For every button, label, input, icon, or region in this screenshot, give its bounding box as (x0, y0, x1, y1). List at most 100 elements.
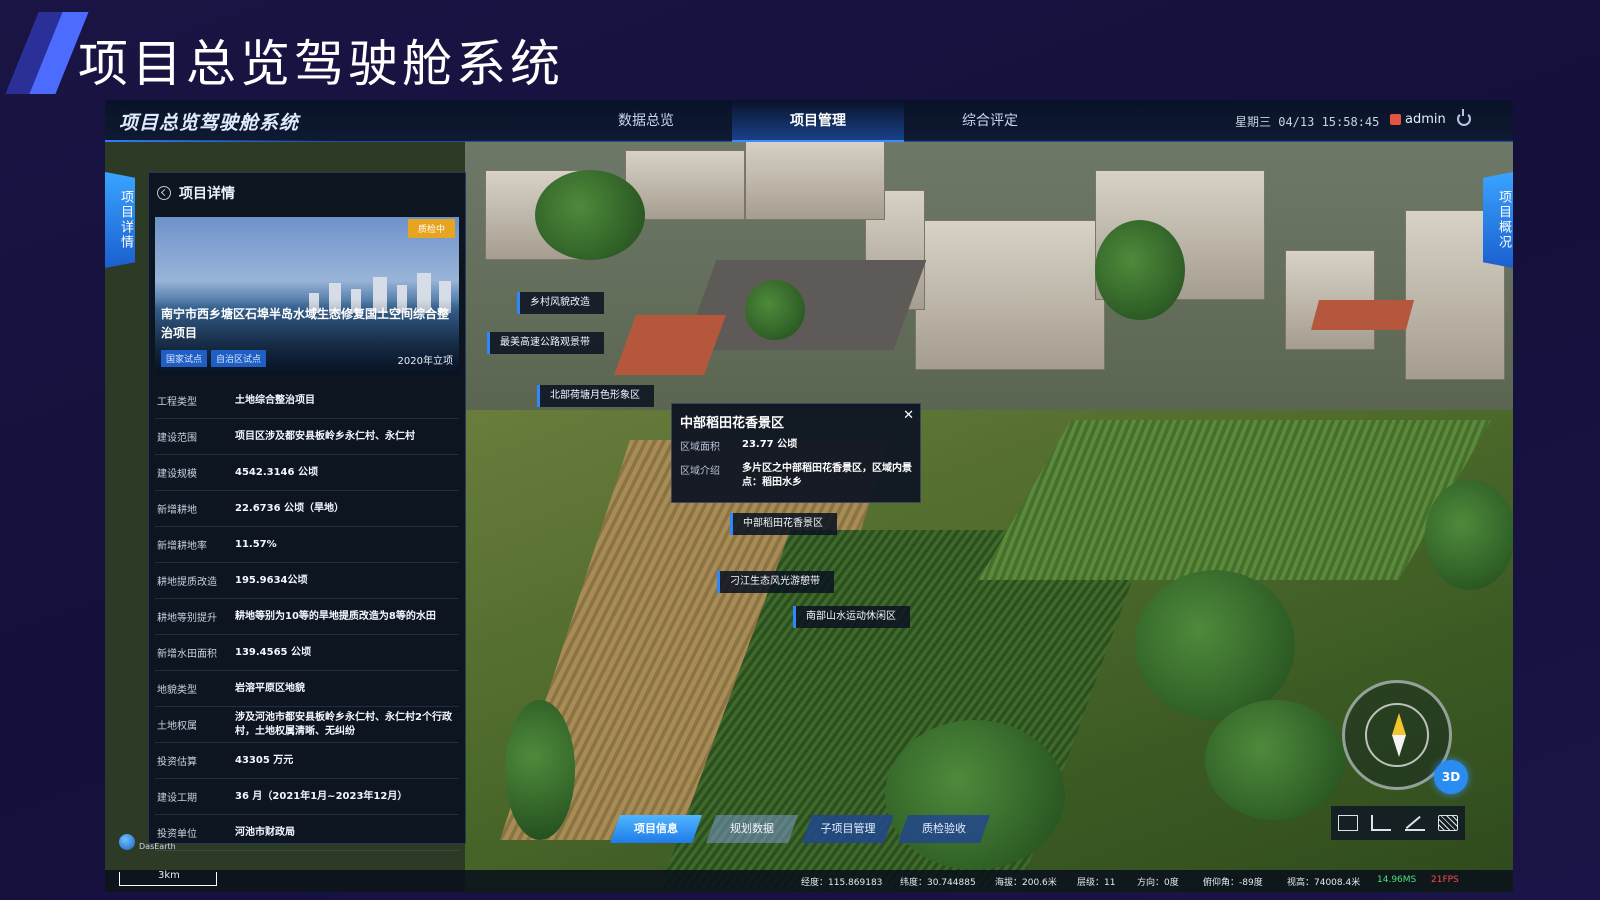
back-icon[interactable] (157, 186, 171, 200)
compass-needle-south (1392, 735, 1406, 757)
popup-intro-value: 多片区之中部稻田花香景区，区域内景点：稻田水乡 (742, 463, 912, 488)
user-name: admin (1405, 112, 1446, 127)
info-row: 投资单位 河池市财政局 (155, 815, 459, 851)
info-value: 36 月（2021年1月~2023年12月） (235, 790, 408, 802)
close-icon[interactable]: ✕ (903, 408, 914, 423)
tag-regional-pilot: 自治区试点 (211, 350, 267, 367)
tab-planning-data[interactable]: 规划数据 (706, 815, 798, 843)
panel-header: 项目详情 (149, 173, 465, 213)
measure-area-icon[interactable] (1438, 815, 1459, 831)
top-navigation-bar: 项目总览驾驶舱系统 数据总览 项目管理 综合评定 星期三 04/13 15:58… (105, 100, 1513, 142)
app-window: 项目总览驾驶舱系统 数据总览 项目管理 综合评定 星期三 04/13 15:58… (105, 100, 1513, 892)
building (745, 140, 885, 220)
info-row: 新增耕地 22.6736 公顷（旱地） (155, 491, 459, 527)
app-brand: 项目总览驾驶舱系统 (119, 112, 300, 134)
info-value: 涉及河池市都安县板岭乡永仁村、永仁村2个行政村，土地权属清晰、无纠纷 (235, 711, 452, 737)
info-row: 新增耕地率 11.57% (155, 527, 459, 563)
measure-toolbar (1331, 806, 1465, 840)
bottom-tab-bar: 项目信息 规划数据 子项目管理 质检验收 (610, 815, 990, 843)
measure-height-icon[interactable] (1371, 815, 1392, 831)
popup-intro-label: 区域介绍 (680, 466, 720, 477)
page-title: 项目总览驾驶舱系统 (78, 35, 564, 93)
info-label: 土地权属 (157, 721, 197, 732)
info-row: 新增水田面积 139.4565 公顷 (155, 635, 459, 671)
project-year: 2020年立项 (397, 356, 453, 367)
user-menu[interactable]: admin (1390, 112, 1446, 127)
project-hero-image: 质检中 南宁市西乡塘区石埠半岛水域生态修复国土空间综合整治项目 国家试点 自治区… (155, 217, 459, 375)
map-status-bar: 3km 经度：115.869183 纬度：30.744885 海拔：200.6米… (105, 870, 1513, 892)
logo-text: DasEarth (139, 842, 176, 851)
info-row: 投资估算 43305 万元 (155, 743, 459, 779)
info-row: 建设规模 4542.3146 公顷 (155, 455, 459, 491)
info-value: 43305 万元 (235, 754, 294, 766)
popup-intro-row: 区域介绍 多片区之中部稻田花香景区，区域内景点：稻田水乡 (680, 462, 914, 490)
popup-area-row: 区域面积 23.77 公顷 (680, 438, 914, 453)
nav-tab-project-management[interactable]: 项目管理 (732, 100, 904, 142)
info-row: 耕地等别提升 耕地等别为10等的旱地提质改造为8等的水田 (155, 599, 459, 635)
info-label: 新增水田面积 (157, 649, 217, 660)
popup-area-value: 23.77 公顷 (742, 439, 798, 450)
info-value: 河池市财政局 (235, 826, 295, 838)
info-row: 土地权属 涉及河池市都安县板岭乡永仁村、永仁村2个行政村，土地权属清晰、无纠纷 (155, 707, 459, 743)
info-value: 11.57% (235, 538, 277, 550)
info-label: 新增耕地 (157, 505, 197, 516)
side-tab-project-detail[interactable]: 项目详情 (105, 172, 135, 268)
info-label: 建设规模 (157, 469, 197, 480)
measure-angle-icon[interactable] (1404, 815, 1425, 831)
info-value: 4542.3146 公顷 (235, 466, 318, 478)
info-value: 22.6736 公顷（旱地） (235, 502, 345, 514)
info-value: 项目区涉及都安县板岭乡永仁村、永仁村 (235, 430, 415, 442)
longitude-readout: 经度：115.869183 (801, 878, 883, 888)
project-detail-panel: 项目详情 质检中 南宁市西乡塘区石埠半岛水域生态修复国土空间综合整治项目 国家试… (148, 172, 466, 851)
tree (885, 720, 1065, 870)
panel-title: 项目详情 (179, 186, 235, 202)
info-label: 建设工期 (157, 793, 197, 804)
tab-subproject-management[interactable]: 子项目管理 (802, 815, 894, 843)
tree (1425, 480, 1513, 590)
tree (505, 700, 575, 840)
tree (535, 170, 645, 260)
map-marker[interactable]: 乡村风貌改造 (517, 292, 604, 314)
view-3d-button[interactable]: 3D (1434, 760, 1468, 794)
side-tab-project-overview[interactable]: 项目概况 (1483, 172, 1513, 268)
nav-tab-data-overview[interactable]: 数据总览 (560, 100, 732, 142)
info-row: 建设范围 项目区涉及都安县板岭乡永仁村、永仁村 (155, 419, 459, 455)
project-info-table: 工程类型 土地综合整治项目建设范围 项目区涉及都安县板岭乡永仁村、永仁村建设规模 45… (155, 383, 459, 851)
tree (1135, 570, 1295, 720)
nav-tab-comprehensive-evaluation[interactable]: 综合评定 (904, 100, 1076, 142)
info-row: 耕地提质改造 195.9634公顷 (155, 563, 459, 599)
ruler-icon[interactable] (1337, 815, 1358, 831)
map-marker[interactable]: 北部荷塘月色形象区 (537, 385, 654, 407)
map-marker[interactable]: 刁江生态风光游憩带 (717, 571, 834, 593)
info-value: 岩溶平原区地貌 (235, 682, 305, 694)
main-nav: 数据总览 项目管理 综合评定 (560, 100, 1076, 142)
info-value: 土地综合整治项目 (235, 394, 315, 406)
info-row: 地貌类型 岩溶平原区地貌 (155, 671, 459, 707)
map-marker[interactable]: 南部山水运动休闲区 (793, 606, 910, 628)
user-icon (1390, 114, 1401, 125)
tab-quality-acceptance[interactable]: 质检验收 (898, 815, 990, 843)
popup-area-label: 区域面积 (680, 442, 720, 453)
pitch-readout: 俯仰角：-89度 (1203, 878, 1263, 888)
map-marker[interactable]: 最美高速公路观景带 (487, 332, 604, 354)
power-icon[interactable] (1457, 109, 1471, 126)
compass-needle-north (1392, 713, 1406, 735)
level-readout: 层级：11 (1077, 878, 1116, 888)
project-tags: 国家试点 自治区试点 (161, 350, 267, 367)
info-label: 投资单位 (157, 829, 197, 840)
building (915, 220, 1105, 370)
map-marker-selected[interactable]: 中部稻田花香景区 (730, 513, 837, 535)
info-label: 建设范围 (157, 433, 197, 444)
tree (745, 280, 805, 340)
roof (1310, 300, 1415, 330)
tab-project-info[interactable]: 项目信息 (610, 815, 702, 843)
status-badge: 质检中 (407, 219, 455, 238)
info-value: 195.9634公顷 (235, 574, 308, 586)
info-row: 建设工期 36 月（2021年1月~2023年12月） (155, 779, 459, 815)
info-row: 工程类型 土地综合整治项目 (155, 383, 459, 419)
render-ms-readout: 14.96MS (1377, 875, 1417, 885)
view-height-readout: 视高：74008.4米 (1287, 878, 1361, 888)
altitude-readout: 海拔：200.6米 (995, 878, 1057, 888)
project-name: 南宁市西乡塘区石埠半岛水域生态修复国土空间综合整治项目 (161, 307, 450, 340)
tree (1205, 700, 1345, 820)
